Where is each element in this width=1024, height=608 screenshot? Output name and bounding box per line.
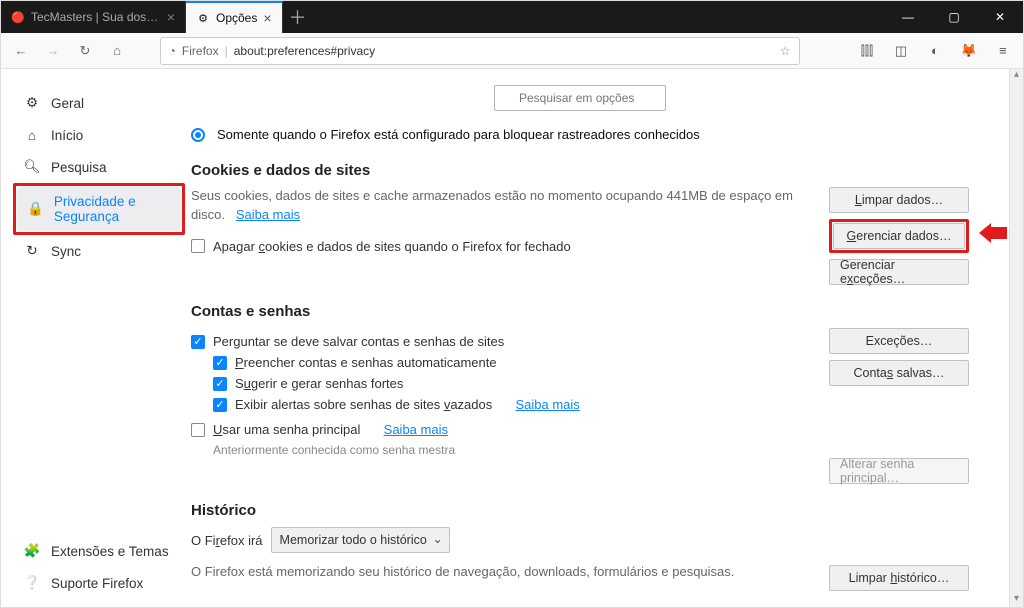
tab-tecmasters[interactable]: 🔴 TecMasters | Sua dose diária de × bbox=[1, 1, 186, 33]
close-icon[interactable]: × bbox=[263, 10, 271, 26]
home-icon: ⌂ bbox=[23, 126, 41, 144]
logins-exceptions-button[interactable]: Exceções… bbox=[829, 328, 969, 354]
radio-only-known-trackers[interactable] bbox=[191, 128, 205, 142]
home-button[interactable]: ⌂ bbox=[103, 37, 131, 65]
tab-title: Opções bbox=[216, 11, 257, 25]
change-master-password-button[interactable]: Alterar senha principal… bbox=[829, 458, 969, 484]
identity-icon: ◔ bbox=[169, 44, 176, 58]
radio-label: Somente quando o Firefox está configurad… bbox=[217, 127, 700, 142]
checkbox-label: Perguntar se deve salvar contas e senhas… bbox=[213, 334, 504, 349]
master-password-note: Anteriormente conhecida como senha mestr… bbox=[213, 443, 809, 457]
search-icon: 🔍︎ bbox=[23, 158, 41, 176]
tab-options[interactable]: ⚙ Opções × bbox=[186, 1, 283, 33]
puzzle-icon: 🧩 bbox=[23, 542, 41, 560]
minimize-button[interactable]: — bbox=[885, 1, 931, 33]
url-identity: Firefox bbox=[182, 44, 219, 58]
titlebar: 🔴 TecMasters | Sua dose diária de × ⚙ Op… bbox=[1, 1, 1023, 33]
annotation-arrow-icon bbox=[979, 223, 1007, 243]
sidebar-item-general[interactable]: ⚙ Geral bbox=[13, 87, 185, 119]
window-controls: — ▢ ✕ bbox=[885, 1, 1023, 33]
help-icon: ❔ bbox=[23, 574, 41, 592]
learn-more-link[interactable]: Saiba mais bbox=[515, 397, 579, 412]
annotation-highlight-sidebar: 🔒 Privacidade e Segurança bbox=[13, 183, 185, 235]
clear-history-button[interactable]: Limpar histórico… bbox=[829, 565, 969, 591]
maximize-button[interactable]: ▢ bbox=[931, 1, 977, 33]
url-path: about:preferences#privacy bbox=[234, 44, 774, 58]
sidebar-item-privacy[interactable]: 🔒 Privacidade e Segurança bbox=[17, 187, 181, 231]
clear-data-button[interactable]: Limpar dados… bbox=[829, 187, 969, 213]
sidebar-item-extensions[interactable]: 🧩 Extensões e Temas bbox=[13, 535, 185, 567]
checkbox-label: Sugerir e gerar senhas fortes bbox=[235, 376, 403, 391]
sidebar-item-sync[interactable]: ↻ Sync bbox=[13, 235, 185, 267]
history-desc: O Firefox está memorizando seu histórico… bbox=[191, 563, 809, 582]
sidebar-item-label: Início bbox=[51, 128, 83, 143]
checkbox-breach-alerts[interactable]: ✓ bbox=[213, 398, 227, 412]
gear-icon: ⚙ bbox=[196, 11, 210, 25]
sidebar-item-home[interactable]: ⌂ Início bbox=[13, 119, 185, 151]
extension-icon[interactable]: 🦊 bbox=[955, 37, 983, 65]
toolbar: ← → ↻ ⌂ ◔ Firefox | about:preferences#pr… bbox=[1, 33, 1023, 69]
sidebar: ⚙ Geral ⌂ Início 🔍︎ Pesquisa 🔒 Privacida… bbox=[1, 69, 185, 607]
checkbox-master-password[interactable] bbox=[191, 423, 205, 437]
gear-icon: ⚙ bbox=[23, 94, 41, 112]
checkbox-label: Usar uma senha principal bbox=[213, 422, 360, 437]
sidebar-item-label: Geral bbox=[51, 96, 84, 111]
bookmark-star-icon[interactable]: ☆ bbox=[780, 44, 791, 58]
checkbox-autofill[interactable]: ✓ bbox=[213, 356, 227, 370]
new-tab-button[interactable]: ＋ bbox=[283, 1, 313, 33]
annotation-highlight-button: Gerenciar dados… bbox=[829, 219, 969, 253]
history-prefix: O Firefox irá bbox=[191, 533, 263, 548]
scroll-up-icon[interactable]: ▴ bbox=[1014, 69, 1019, 83]
forward-button[interactable]: → bbox=[39, 37, 67, 65]
sync-icon: ↻ bbox=[23, 242, 41, 260]
sidebar-item-label: Sync bbox=[51, 244, 81, 259]
sidebar-item-label: Privacidade e Segurança bbox=[54, 194, 171, 224]
search-input[interactable] bbox=[494, 85, 666, 111]
tab-title: TecMasters | Sua dose diária de bbox=[31, 10, 161, 24]
url-bar[interactable]: ◔ Firefox | about:preferences#privacy ☆ bbox=[160, 37, 800, 65]
close-icon[interactable]: × bbox=[167, 9, 175, 25]
checkbox-suggest-passwords[interactable]: ✓ bbox=[213, 377, 227, 391]
scrollbar-vertical[interactable]: ▴ ▾ bbox=[1009, 69, 1023, 607]
manage-exceptions-button[interactable]: Gerenciar exceções… bbox=[829, 259, 969, 285]
checkbox-label: Preencher contas e senhas automaticament… bbox=[235, 355, 497, 370]
reload-button[interactable]: ↻ bbox=[71, 37, 99, 65]
favicon-tecmasters: 🔴 bbox=[11, 10, 25, 24]
section-heading-cookies: Cookies e dados de sites bbox=[191, 162, 969, 179]
protections-icon[interactable]: ◐ bbox=[921, 37, 949, 65]
learn-more-link[interactable]: Saiba mais bbox=[236, 207, 300, 222]
main-panel: 🔍︎ Somente quando o Firefox está configu… bbox=[185, 69, 1009, 607]
learn-more-link[interactable]: Saiba mais bbox=[384, 422, 448, 437]
sidebar-item-label: Suporte Firefox bbox=[51, 576, 143, 591]
back-button[interactable]: ← bbox=[7, 37, 35, 65]
close-window-button[interactable]: ✕ bbox=[977, 1, 1023, 33]
library-icon[interactable]: ⫿⫿⫿ bbox=[853, 37, 881, 65]
manage-data-button[interactable]: Gerenciar dados… bbox=[833, 223, 965, 249]
checkbox-label: Apagar cookies e dados de sites quando o… bbox=[213, 239, 571, 254]
sidebar-item-label: Pesquisa bbox=[51, 160, 107, 175]
checkbox-label: Exibir alertas sobre senhas de sites vaz… bbox=[235, 397, 492, 412]
sidebar-item-search[interactable]: 🔍︎ Pesquisa bbox=[13, 151, 185, 183]
history-mode-select[interactable]: Memorizar todo o histórico bbox=[271, 527, 450, 553]
checkbox-ask-save[interactable]: ✓ bbox=[191, 335, 205, 349]
checkbox-delete-on-close[interactable] bbox=[191, 239, 205, 253]
sidebar-toggle-icon[interactable]: ◫ bbox=[887, 37, 915, 65]
menu-icon[interactable]: ≡ bbox=[989, 37, 1017, 65]
saved-logins-button[interactable]: Contas salvas… bbox=[829, 360, 969, 386]
scroll-down-icon[interactable]: ▾ bbox=[1014, 593, 1019, 607]
sidebar-item-label: Extensões e Temas bbox=[51, 544, 169, 559]
section-heading-history: Histórico bbox=[191, 502, 969, 519]
sidebar-item-support[interactable]: ❔ Suporte Firefox bbox=[13, 567, 185, 599]
lock-icon: 🔒 bbox=[27, 200, 44, 218]
section-heading-logins: Contas e senhas bbox=[191, 303, 969, 320]
